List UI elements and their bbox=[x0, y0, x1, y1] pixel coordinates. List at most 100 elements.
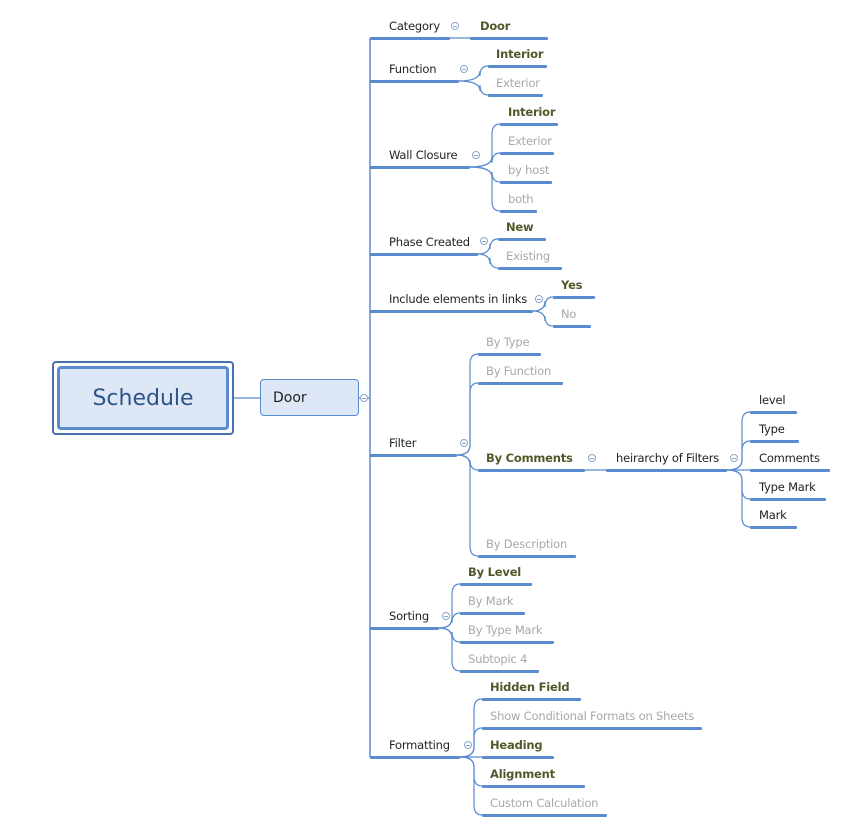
option-exterior[interactable]: Exterior bbox=[496, 76, 540, 90]
option-underline bbox=[553, 325, 591, 328]
option-interior[interactable]: Interior bbox=[508, 105, 556, 119]
option-door[interactable]: Door bbox=[480, 19, 510, 33]
branch-include-elements-in-links[interactable]: Include elements in links bbox=[389, 292, 527, 306]
collapse-icon[interactable] bbox=[464, 741, 472, 749]
option-underline bbox=[500, 152, 554, 155]
option-underline bbox=[478, 382, 563, 385]
child-connector bbox=[438, 627, 461, 643]
option-underline bbox=[500, 210, 537, 213]
option-no[interactable]: No bbox=[561, 307, 576, 321]
option-by-function[interactable]: By Function bbox=[486, 364, 551, 378]
option-underline bbox=[482, 698, 581, 701]
child-connector bbox=[532, 310, 554, 327]
option-both[interactable]: both bbox=[508, 192, 534, 206]
option-by-mark[interactable]: By Mark bbox=[468, 594, 514, 608]
subtopic-underline bbox=[606, 469, 727, 472]
collapse-icon[interactable] bbox=[535, 295, 543, 303]
option-underline bbox=[498, 267, 562, 270]
option-underline bbox=[482, 814, 607, 817]
branch-sorting[interactable]: Sorting bbox=[389, 609, 429, 623]
subtopic-heirarchy-of-filters[interactable]: heirarchy of Filters bbox=[616, 451, 719, 465]
collapse-icon[interactable] bbox=[472, 151, 480, 159]
option-by-comments[interactable]: By Comments bbox=[486, 451, 573, 465]
collapse-icon[interactable] bbox=[442, 612, 450, 620]
collapse-icon[interactable] bbox=[480, 237, 488, 245]
leaf-mark[interactable]: Mark bbox=[759, 508, 787, 522]
collapse-icon[interactable] bbox=[451, 22, 459, 30]
leaf-type-mark[interactable]: Type Mark bbox=[759, 480, 816, 494]
child-connector bbox=[469, 123, 501, 168]
branch-formatting[interactable]: Formatting bbox=[389, 738, 450, 752]
option-exterior[interactable]: Exterior bbox=[508, 134, 552, 148]
leaf-connector bbox=[726, 469, 751, 500]
child-connector bbox=[477, 253, 499, 269]
leaf-underline bbox=[750, 498, 826, 501]
branch-category[interactable]: Category bbox=[389, 19, 440, 33]
branch-underline bbox=[370, 627, 439, 630]
option-underline bbox=[498, 238, 546, 241]
branch-underline bbox=[370, 166, 470, 169]
option-underline bbox=[482, 785, 585, 788]
option-underline bbox=[460, 670, 539, 673]
option-underline bbox=[500, 123, 558, 126]
option-underline bbox=[488, 94, 543, 97]
option-interior[interactable]: Interior bbox=[496, 47, 544, 61]
branch-wall-closure[interactable]: Wall Closure bbox=[389, 148, 458, 162]
option-underline bbox=[460, 612, 525, 615]
main-topic-door[interactable]: Door bbox=[260, 379, 359, 416]
option-underline bbox=[478, 469, 585, 472]
child-connector bbox=[459, 756, 483, 787]
option-underline bbox=[460, 641, 554, 644]
option-by-level[interactable]: By Level bbox=[468, 565, 521, 579]
child-connector bbox=[469, 166, 501, 212]
collapse-icon[interactable] bbox=[730, 454, 738, 462]
leaf-underline bbox=[750, 526, 797, 529]
main-topic-label: Door bbox=[273, 390, 307, 406]
child-connector bbox=[458, 80, 489, 96]
leaf-underline bbox=[750, 411, 797, 414]
branch-underline bbox=[370, 454, 457, 457]
collapse-icon[interactable] bbox=[460, 65, 468, 73]
option-alignment[interactable]: Alignment bbox=[490, 767, 555, 781]
leaf-underline bbox=[750, 469, 830, 472]
option-new[interactable]: New bbox=[506, 220, 534, 234]
option-yes[interactable]: Yes bbox=[561, 278, 583, 292]
option-underline bbox=[478, 353, 541, 356]
option-subtopic-4[interactable]: Subtopic 4 bbox=[468, 652, 527, 666]
option-by-host[interactable]: by host bbox=[508, 163, 549, 177]
option-by-type-mark[interactable]: By Type Mark bbox=[468, 623, 543, 637]
option-by-type[interactable]: By Type bbox=[486, 335, 530, 349]
child-connector bbox=[456, 454, 479, 471]
option-by-description[interactable]: By Description bbox=[486, 537, 567, 551]
branch-underline bbox=[370, 80, 459, 83]
option-underline bbox=[482, 756, 554, 759]
leaf-type[interactable]: Type bbox=[759, 422, 785, 436]
leaf-level[interactable]: level bbox=[759, 393, 786, 407]
branch-underline bbox=[370, 310, 533, 313]
branch-phase-created[interactable]: Phase Created bbox=[389, 235, 470, 249]
collapse-icon[interactable] bbox=[360, 394, 368, 402]
root-topic-label: Schedule bbox=[92, 385, 194, 411]
branch-underline bbox=[370, 756, 460, 759]
branch-underline bbox=[370, 37, 450, 40]
child-connector bbox=[438, 627, 461, 672]
option-heading[interactable]: Heading bbox=[490, 738, 543, 752]
option-underline bbox=[460, 583, 532, 586]
branch-underline bbox=[370, 253, 478, 256]
option-underline bbox=[488, 65, 547, 68]
option-underline bbox=[478, 555, 576, 558]
option-underline bbox=[553, 296, 595, 299]
collapse-icon[interactable] bbox=[460, 439, 468, 447]
option-custom-calculation[interactable]: Custom Calculation bbox=[490, 796, 598, 810]
collapse-icon[interactable] bbox=[588, 454, 596, 462]
leaf-comments[interactable]: Comments bbox=[759, 451, 820, 465]
leaf-underline bbox=[750, 440, 799, 443]
branch-function[interactable]: Function bbox=[389, 62, 437, 76]
option-underline bbox=[470, 37, 548, 40]
option-show-conditional-formats-on-sheets[interactable]: Show Conditional Formats on Sheets bbox=[490, 709, 694, 723]
root-topic[interactable]: Schedule bbox=[52, 361, 234, 435]
option-existing[interactable]: Existing bbox=[506, 249, 550, 263]
option-underline bbox=[482, 727, 702, 730]
option-hidden-field[interactable]: Hidden Field bbox=[490, 680, 570, 694]
branch-filter[interactable]: Filter bbox=[389, 436, 416, 450]
